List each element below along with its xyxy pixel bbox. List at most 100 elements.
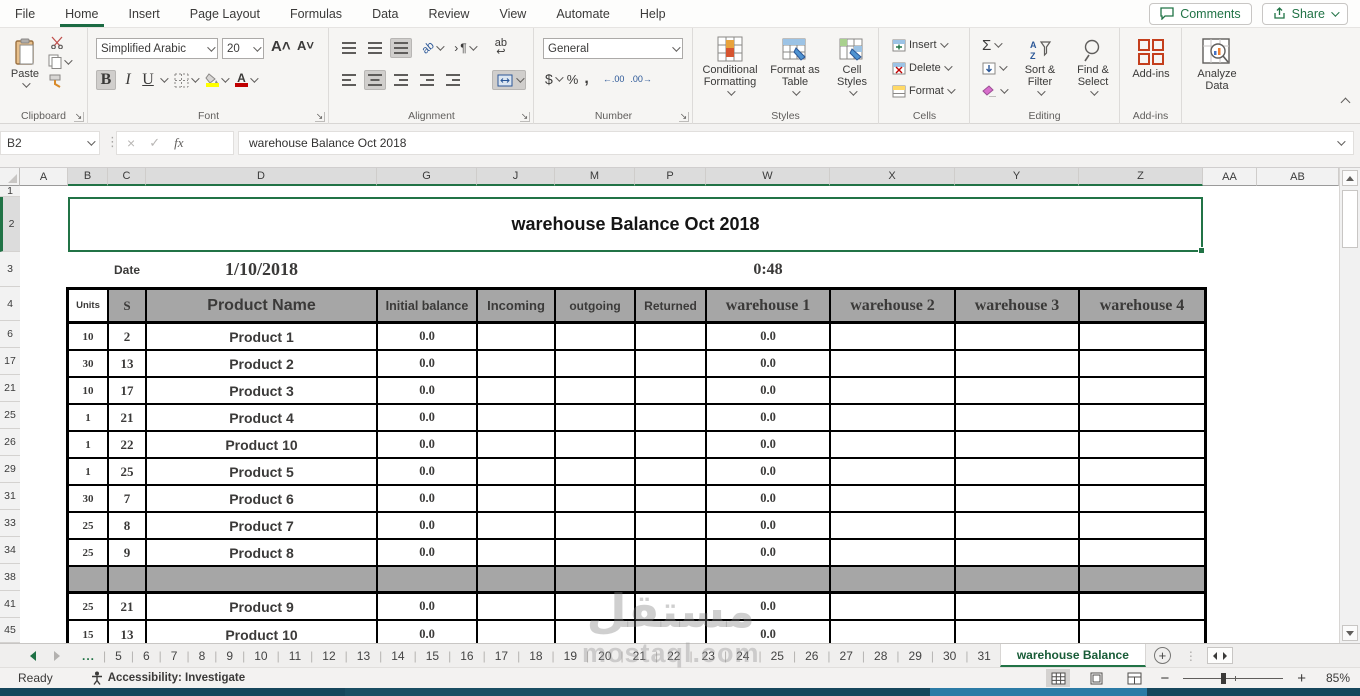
sheet-tab-7[interactable]: 7: [162, 644, 187, 667]
table-cell[interactable]: [478, 351, 556, 376]
table-cell[interactable]: 0.0: [378, 378, 478, 403]
table-cell[interactable]: 0.0: [378, 486, 478, 511]
format-as-table-button[interactable]: Format as Table: [765, 30, 825, 96]
center-button[interactable]: [364, 70, 386, 90]
table-header-cell[interactable]: outgoing: [556, 290, 636, 321]
sheet-tab-30[interactable]: 30: [934, 644, 965, 667]
tab-file[interactable]: File: [0, 0, 50, 27]
table-cell[interactable]: [956, 459, 1080, 484]
table-cell[interactable]: [478, 378, 556, 403]
table-header-cell[interactable]: Incoming: [478, 290, 556, 321]
sheet-tab-20[interactable]: 20: [589, 644, 620, 667]
bottom-align-button[interactable]: [390, 38, 412, 58]
table-cell[interactable]: 1: [69, 432, 109, 457]
table-cell[interactable]: [636, 459, 707, 484]
table-cell[interactable]: 0.0: [707, 540, 831, 565]
column-header-M[interactable]: M: [555, 168, 635, 186]
table-cell[interactable]: 13: [109, 351, 147, 376]
column-header-AB[interactable]: AB: [1257, 168, 1339, 186]
table-cell[interactable]: [956, 351, 1080, 376]
sheet-tab-6[interactable]: 6: [134, 644, 159, 667]
sheet-tab-18[interactable]: 18: [520, 644, 551, 667]
vertical-scrollbar[interactable]: [1339, 168, 1360, 643]
sheet-tab-5[interactable]: 5: [106, 644, 131, 667]
sheet-tab-11[interactable]: 11: [280, 644, 310, 667]
row-header-29[interactable]: 29: [0, 456, 20, 483]
cell-styles-button[interactable]: Cell Styles: [827, 30, 877, 96]
tab-scroll-left-icon[interactable]: [1212, 651, 1217, 660]
row-header-34[interactable]: 34: [0, 537, 20, 564]
column-header-A[interactable]: A: [20, 168, 68, 186]
grow-font-button[interactable]: A˄: [271, 38, 291, 55]
table-header-cell[interactable]: Initial balance: [378, 290, 478, 321]
table-cell[interactable]: [478, 405, 556, 430]
zoom-slider-thumb[interactable]: [1221, 672, 1227, 684]
table-cell[interactable]: Product 3: [147, 378, 378, 403]
increase-indent-button[interactable]: [442, 70, 464, 90]
table-cell[interactable]: [1080, 486, 1204, 511]
table-cell[interactable]: [831, 324, 956, 349]
table-cell[interactable]: 22: [109, 432, 147, 457]
tab-formulas[interactable]: Formulas: [275, 0, 357, 27]
table-cell[interactable]: [109, 567, 147, 591]
column-header-G[interactable]: G: [377, 168, 477, 186]
table-cell[interactable]: 10: [69, 324, 109, 349]
table-cell[interactable]: [556, 567, 636, 591]
table-header-cell[interactable]: Returned: [636, 290, 707, 321]
table-cell[interactable]: [831, 351, 956, 376]
row-header-6[interactable]: 6: [0, 321, 20, 348]
sheet-tab-17[interactable]: 17: [486, 644, 517, 667]
sheet-tab-14[interactable]: 14: [382, 644, 413, 667]
sheet-tab-9[interactable]: 9: [217, 644, 242, 667]
clear-button[interactable]: [982, 82, 1009, 100]
conditional-formatting-button[interactable]: Conditional Formatting: [697, 30, 763, 96]
table-cell[interactable]: [556, 540, 636, 565]
table-cell[interactable]: Product 5: [147, 459, 378, 484]
font-name-select[interactable]: Simplified Arabic: [96, 38, 218, 59]
zoom-slider[interactable]: [1183, 672, 1284, 684]
table-header-cell[interactable]: warehouse 4: [1080, 290, 1204, 321]
table-cell[interactable]: 0.0: [707, 513, 831, 538]
table-cell[interactable]: [956, 378, 1080, 403]
table-cell[interactable]: [956, 513, 1080, 538]
table-cell[interactable]: [1080, 324, 1204, 349]
clipboard-dialog-launcher[interactable]: ↘: [74, 112, 84, 122]
tab-page-layout[interactable]: Page Layout: [175, 0, 275, 27]
delete-cells-button[interactable]: Delete: [892, 59, 953, 77]
previous-sheet-button[interactable]: [30, 650, 36, 661]
table-cell[interactable]: [556, 621, 636, 643]
table-cell[interactable]: [556, 378, 636, 403]
table-cell[interactable]: 21: [109, 405, 147, 430]
cut-button[interactable]: [50, 36, 65, 49]
decrease-indent-button[interactable]: [416, 70, 438, 90]
date-label-cell[interactable]: Date: [108, 252, 146, 287]
sheet-tab-23[interactable]: 23: [693, 644, 724, 667]
shrink-font-button[interactable]: A˅: [297, 38, 314, 53]
table-cell[interactable]: [831, 405, 956, 430]
table-cell[interactable]: 0.0: [707, 351, 831, 376]
active-sheet-tab[interactable]: warehouse Balance: [999, 644, 1146, 667]
table-cell[interactable]: Product 1: [147, 324, 378, 349]
table-cell[interactable]: [556, 459, 636, 484]
column-header-D[interactable]: D: [146, 168, 377, 186]
font-size-select[interactable]: 20: [222, 38, 264, 59]
table-cell[interactable]: 0.0: [378, 351, 478, 376]
table-cell[interactable]: Product 10: [147, 432, 378, 457]
share-button[interactable]: Share: [1261, 2, 1348, 25]
table-cell[interactable]: [1080, 405, 1204, 430]
tab-scroll-buttons[interactable]: [1206, 647, 1233, 664]
table-cell[interactable]: [478, 540, 556, 565]
table-cell[interactable]: [636, 486, 707, 511]
sheet-tab-19[interactable]: 19: [555, 644, 586, 667]
table-cell[interactable]: [1080, 567, 1204, 591]
time-value-cell[interactable]: 0:48: [706, 252, 830, 287]
number-format-select[interactable]: General: [543, 38, 683, 59]
table-cell[interactable]: 0.0: [378, 594, 478, 619]
table-cell[interactable]: 0.0: [707, 486, 831, 511]
autosum-button[interactable]: Σ: [982, 36, 1003, 54]
font-color-button[interactable]: A: [235, 72, 259, 87]
sort-filter-button[interactable]: AZ Sort & Filter: [1014, 32, 1066, 96]
alignment-dialog-launcher[interactable]: ↘: [520, 112, 530, 122]
sheet-tab-10[interactable]: 10: [245, 644, 276, 667]
more-sheets-button[interactable]: ...: [74, 644, 103, 667]
